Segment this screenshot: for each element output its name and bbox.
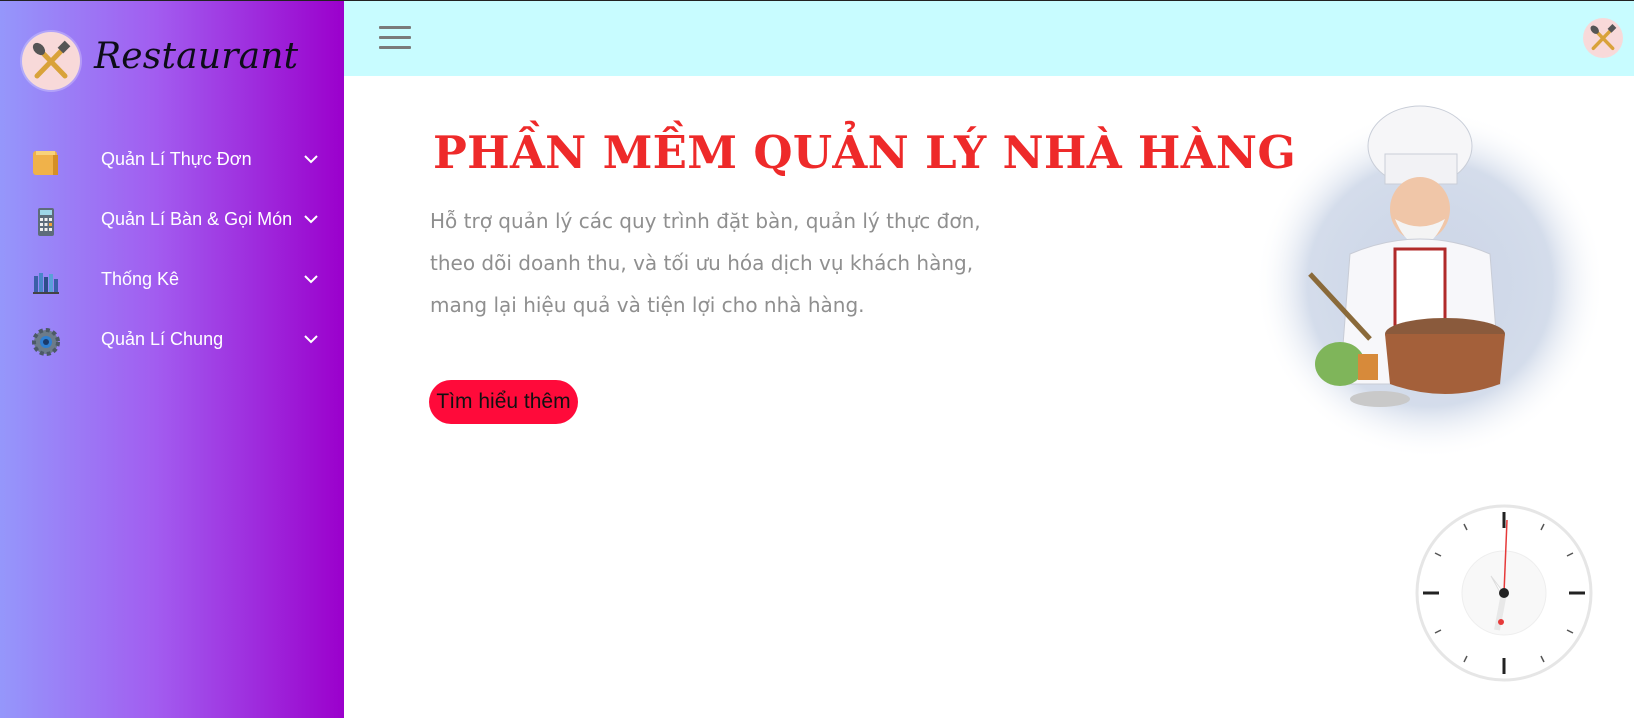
sidebar-item-label: Quản Lí Chung (101, 329, 224, 349)
menu-book-icon (30, 146, 62, 178)
page-title: PHẦN MỀM QUẢN LÝ NHÀ HÀNG (433, 126, 1297, 179)
sidebar-item-table-ordering[interactable]: Quản Lí Bàn & Gọi Món (0, 192, 344, 248)
chevron-down-icon[interactable] (302, 150, 320, 168)
chef-illustration (1230, 84, 1610, 464)
sidebar-item-label: Quản Lí Bàn & Gọi Món (101, 209, 293, 229)
chevron-down-icon[interactable] (302, 210, 320, 228)
hamburger-icon[interactable] (379, 26, 411, 50)
sidebar-item-label: Thống Kê (101, 269, 180, 289)
learn-more-button[interactable]: Tìm hiểu thêm (429, 380, 578, 424)
gear-icon (30, 326, 62, 358)
analog-clock (1413, 502, 1595, 684)
chevron-down-icon[interactable] (302, 330, 320, 348)
sidebar-item-general-management[interactable]: Quản Lí Chung (0, 312, 344, 368)
sidebar: Restaurant Quản Lí Thực Đơn Quản Lí Bàn … (0, 0, 344, 718)
sidebar-item-statistics[interactable]: Thống Kê (0, 252, 344, 308)
hero-description: Hỗ trợ quản lý các quy trình đặt bàn, qu… (430, 209, 981, 317)
sidebar-item-menu-management[interactable]: Quản Lí Thực Đơn (0, 132, 344, 188)
crossed-spoon-fork-icon[interactable] (1583, 18, 1623, 58)
chevron-down-icon[interactable] (302, 270, 320, 288)
calculator-icon (30, 206, 62, 238)
books-chart-icon (30, 266, 62, 298)
top-bar (344, 0, 1634, 76)
brand-name: Restaurant (94, 36, 299, 77)
sidebar-item-label: Quản Lí Thực Đơn (101, 149, 252, 169)
crossed-spoon-fork-icon[interactable] (22, 32, 80, 90)
window-top-border (0, 0, 1634, 1)
